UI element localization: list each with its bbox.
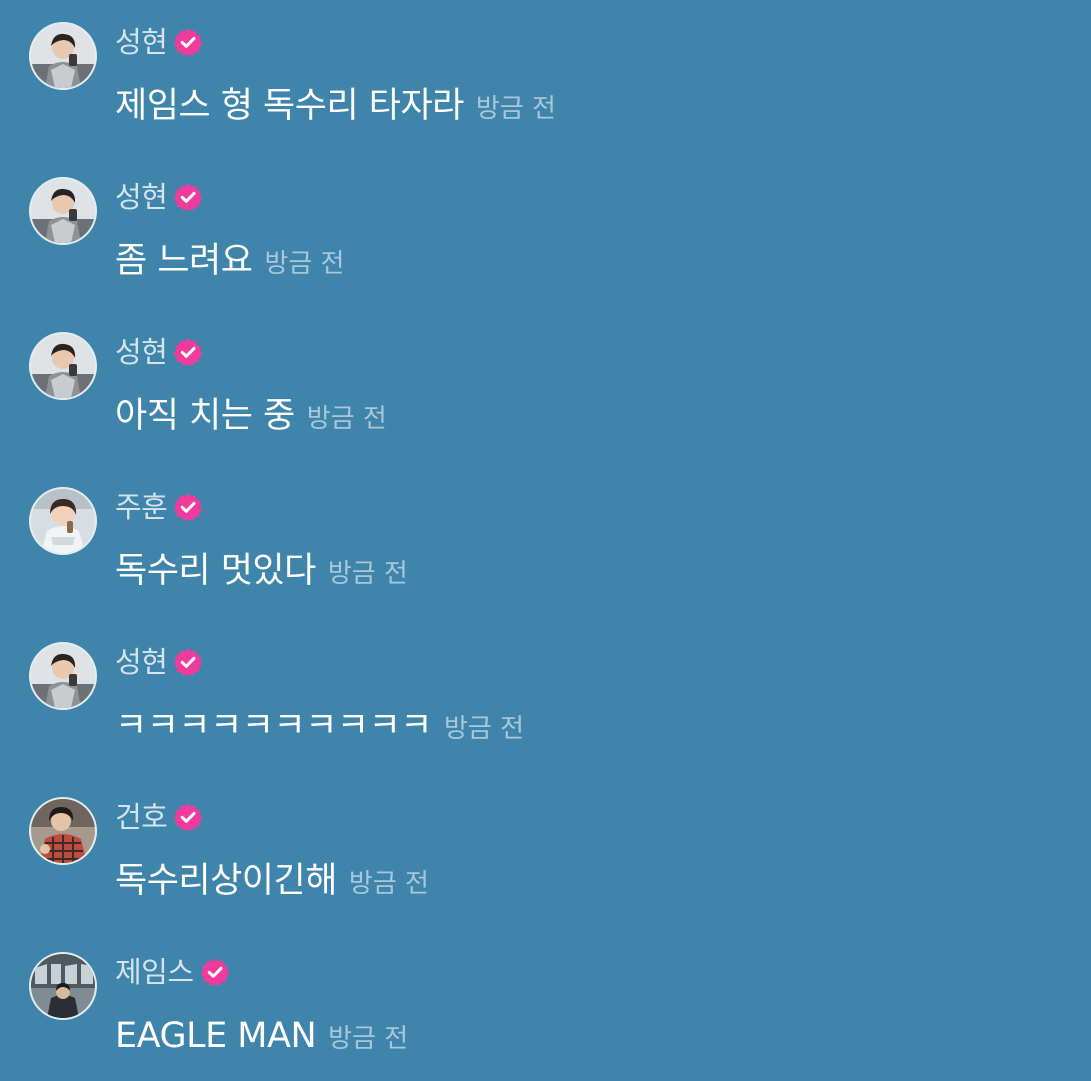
chat-message: 성현 좀 느려요 방금 전 [0,169,1091,319]
message-body: 좀 느려요 방금 전 [115,237,344,285]
verified-badge-icon [173,647,203,677]
avatar[interactable] [31,489,95,553]
sender-row: 건호 [115,797,203,837]
chat-message: 성현 아직 치는 중 방금 전 [0,324,1091,474]
message-body: 아직 치는 중 방금 전 [115,392,387,440]
sender-row: 제임스 [115,952,230,992]
avatar-photo-icon [31,334,95,398]
avatar-photo-icon [31,489,95,553]
sender-row: 성현 [115,177,203,217]
chat-feed: 성현 제임스 형 독수리 타자라 방금 전 성현 좀 느려요 방금 전 성현 아… [0,0,1091,1081]
message-body: EAGLE MAN 방금 전 [115,1012,408,1060]
verified-badge-icon [173,492,203,522]
sender-name[interactable]: 주훈 [115,487,168,527]
message-timestamp: 방금 전 [327,559,408,589]
verified-badge-icon [173,27,203,57]
message-text: 제임스 형 독수리 타자라 [115,86,464,126]
avatar[interactable] [31,24,95,88]
verified-badge-icon [173,802,203,832]
avatar[interactable] [31,644,95,708]
avatar-photo-icon [31,644,95,708]
message-text: 좀 느려요 [115,241,253,281]
message-text: EAGLE MAN [115,1016,317,1056]
avatar[interactable] [31,954,95,1018]
chat-message: 건호 독수리상이긴해 방금 전 [0,789,1091,939]
sender-row: 성현 [115,642,203,682]
avatar-photo-icon [31,24,95,88]
verified-badge-icon [200,957,230,987]
chat-message: 성현 ㅋㅋㅋㅋㅋㅋㅋㅋㅋㅋ 방금 전 [0,634,1091,784]
avatar[interactable] [31,179,95,243]
avatar-photo-icon [31,179,95,243]
chat-message: 제임스 EAGLE MAN 방금 전 [0,944,1091,1081]
message-body: 독수리 멋있다 방금 전 [115,547,408,595]
sender-name[interactable]: 성현 [115,177,168,217]
avatar[interactable] [31,334,95,398]
sender-name[interactable]: 성현 [115,22,168,62]
chat-message: 성현 제임스 형 독수리 타자라 방금 전 [0,14,1091,164]
sender-row: 성현 [115,22,203,62]
verified-badge-icon [173,337,203,367]
message-text: 아직 치는 중 [115,396,295,436]
message-timestamp: 방금 전 [328,1024,409,1054]
avatar[interactable] [31,799,95,863]
message-timestamp: 방금 전 [264,249,345,279]
sender-name[interactable]: 성현 [115,332,168,372]
message-text: 독수리 멋있다 [115,551,316,591]
chat-message: 주훈 독수리 멋있다 방금 전 [0,479,1091,629]
message-timestamp: 방금 전 [475,94,556,124]
message-text: 독수리상이긴해 [115,861,337,901]
sender-name[interactable]: 성현 [115,642,168,682]
message-timestamp: 방금 전 [348,869,429,899]
avatar-photo-icon [31,954,95,1018]
avatar-photo-icon [31,799,95,863]
message-text: ㅋㅋㅋㅋㅋㅋㅋㅋㅋㅋ [115,706,433,746]
sender-row: 주훈 [115,487,203,527]
message-timestamp: 방금 전 [444,714,525,744]
sender-name[interactable]: 건호 [115,797,168,837]
message-timestamp: 방금 전 [306,404,387,434]
sender-row: 성현 [115,332,203,372]
message-body: 독수리상이긴해 방금 전 [115,857,429,905]
sender-name[interactable]: 제임스 [115,952,194,992]
message-body: 제임스 형 독수리 타자라 방금 전 [115,82,556,130]
verified-badge-icon [173,182,203,212]
message-body: ㅋㅋㅋㅋㅋㅋㅋㅋㅋㅋ 방금 전 [115,702,524,750]
